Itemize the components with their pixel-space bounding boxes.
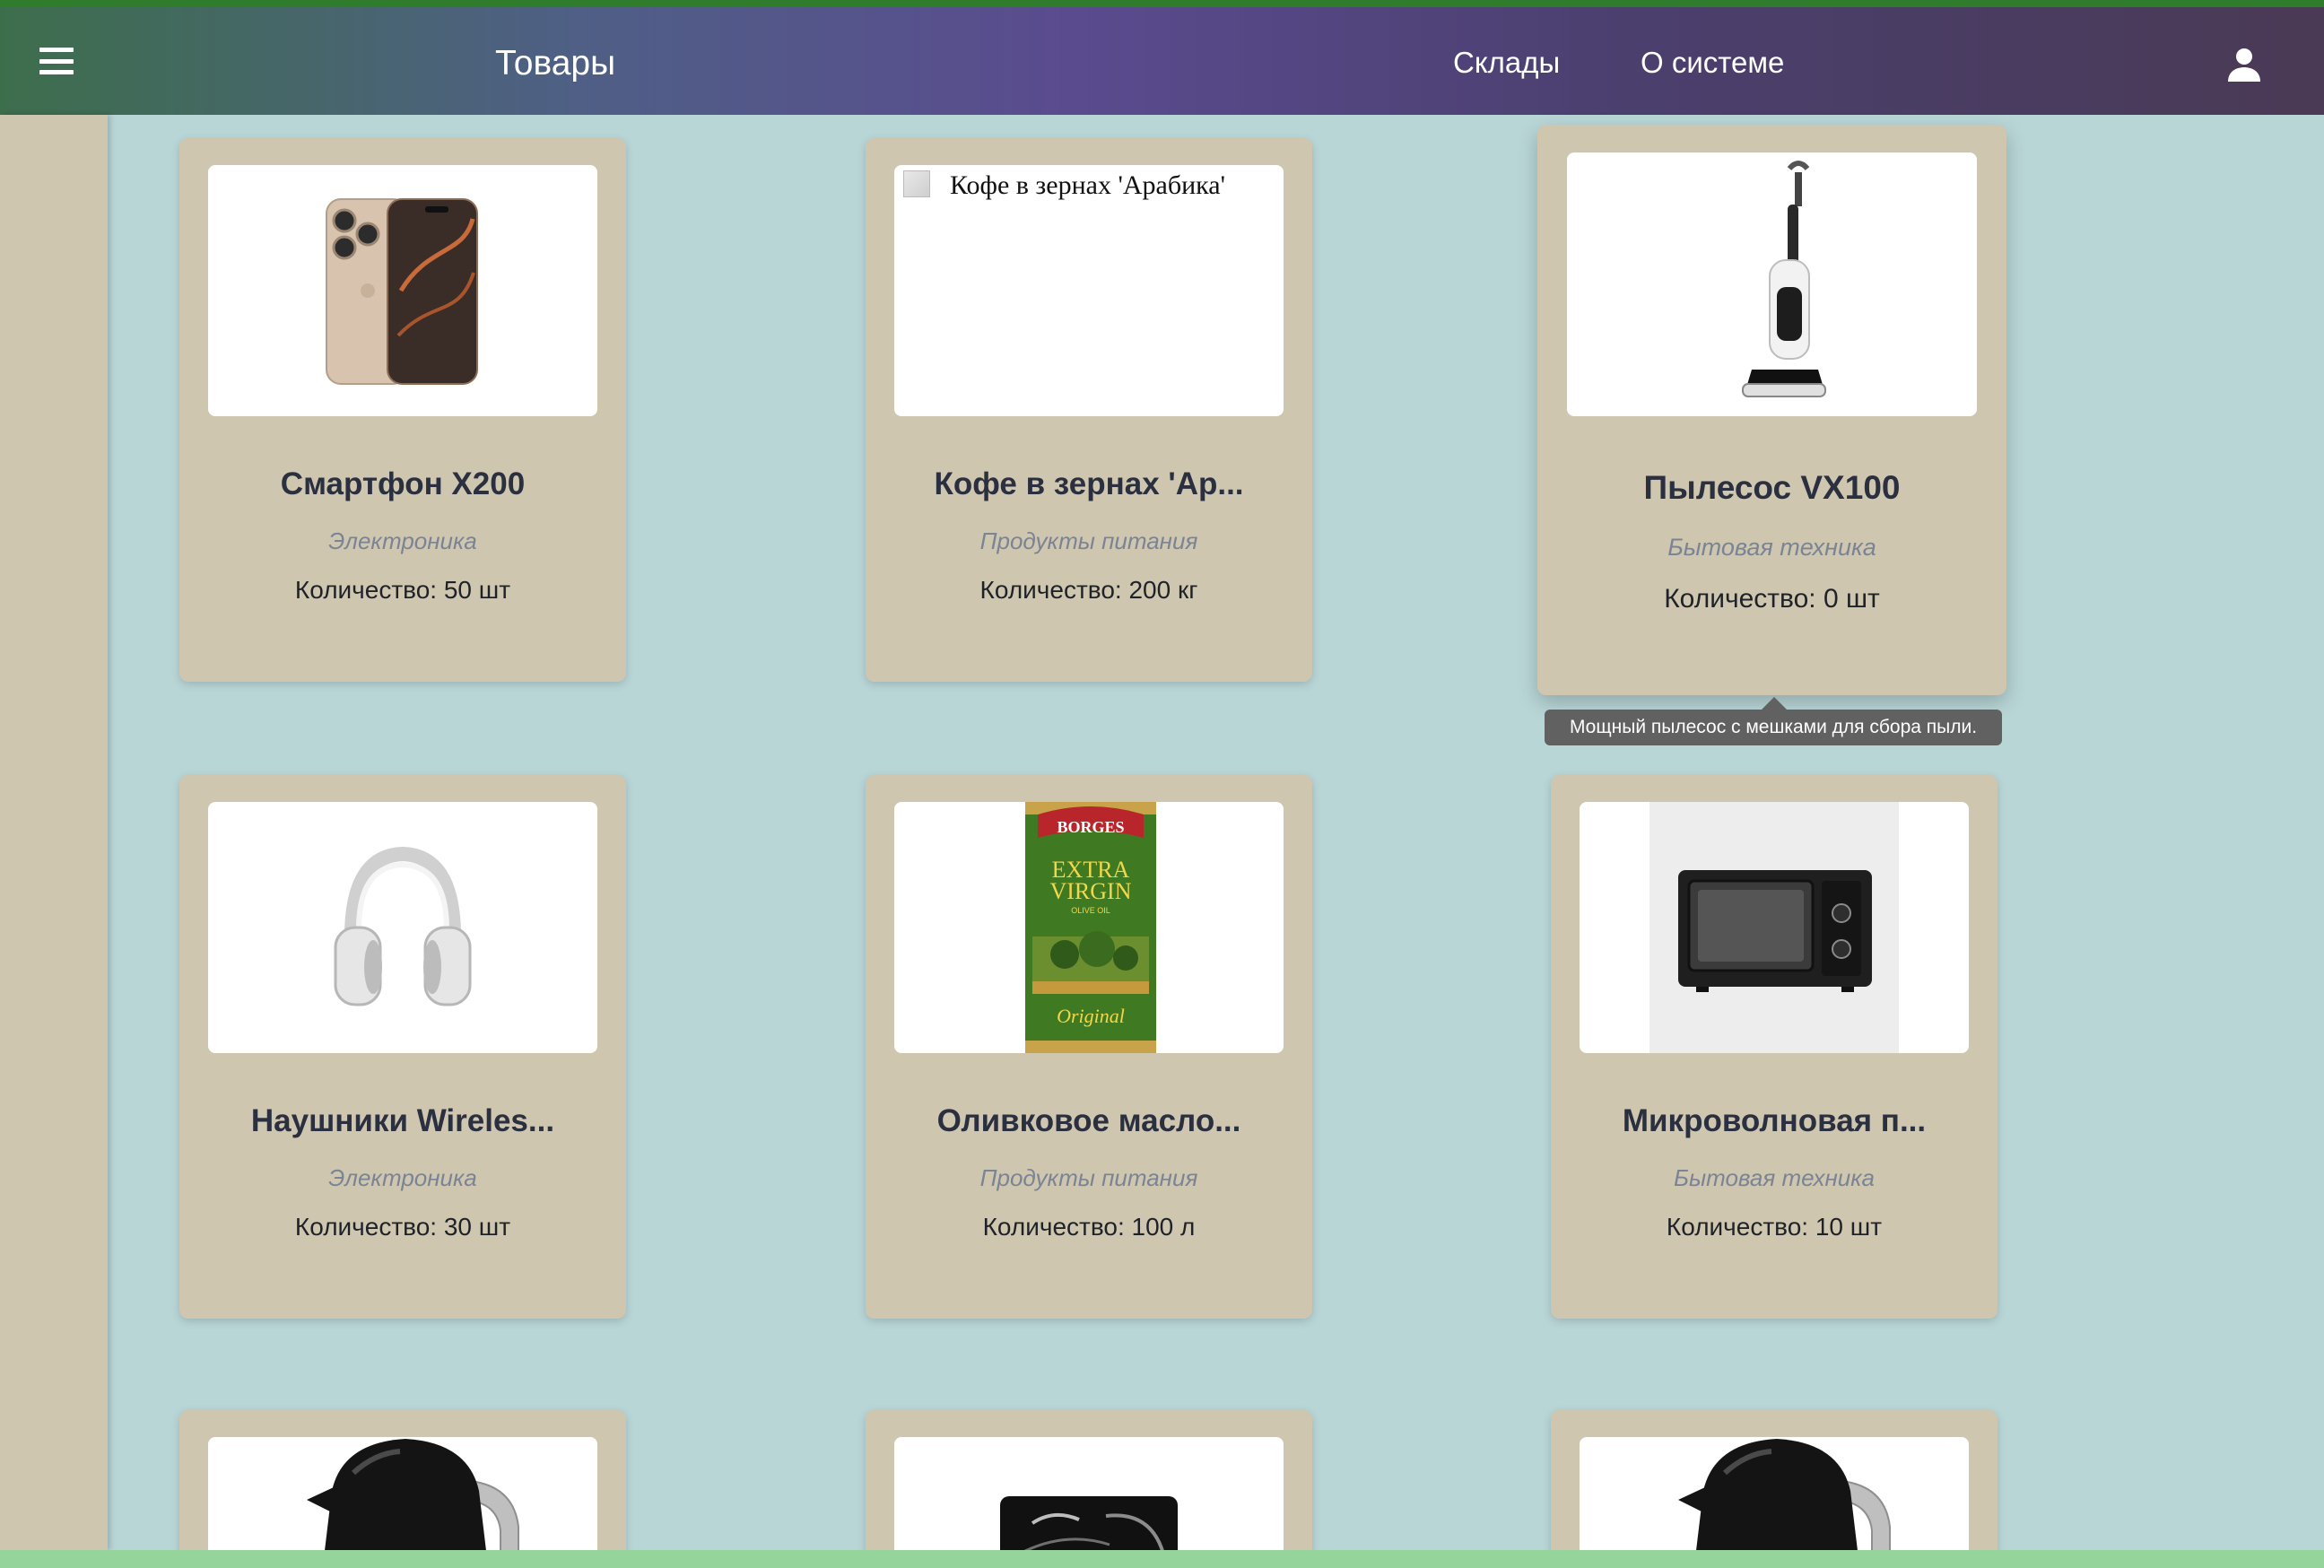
oil-brand-text: BORGES	[1057, 818, 1124, 836]
product-name: Смартфон X200	[280, 466, 526, 501]
product-image: BORGES EXTRA VIRGIN OLIVE OIL Original	[894, 802, 1284, 1053]
product-quantity: Количество: 100 л	[982, 1213, 1196, 1241]
product-image: Кофе в зернах 'Арабика'	[894, 165, 1284, 416]
product-category: Бытовая техника	[1674, 1164, 1875, 1191]
smartphone-image	[326, 198, 478, 385]
page-title: Товары	[495, 44, 616, 83]
product-image	[208, 802, 597, 1053]
product-image	[1567, 152, 1977, 416]
headphones-image	[334, 846, 472, 1006]
oil-label-text: VIRGIN	[1050, 878, 1132, 904]
product-image	[1580, 802, 1969, 1053]
product-name: Оливковое масло...	[936, 1103, 1241, 1138]
broken-image-icon	[903, 170, 930, 197]
product-card[interactable]	[179, 1410, 626, 1568]
vacuum-image	[1742, 161, 1826, 397]
product-card[interactable]: Микроволновая п... Бытовая техника Колич…	[1551, 775, 1998, 1319]
product-description-tooltip: Мощный пылесос с мешками для сбора пыли.	[1545, 710, 2002, 745]
kettle-image	[307, 1439, 519, 1568]
product-image	[208, 1437, 597, 1568]
product-name: Микроволновая п...	[1622, 1103, 1927, 1138]
product-category: Электроника	[328, 527, 477, 554]
product-image	[1580, 1437, 1969, 1568]
product-image	[208, 165, 597, 416]
product-quantity: Количество: 200 кг	[979, 576, 1198, 604]
product-card[interactable]: Наушники Wireles... Электроника Количест…	[179, 775, 626, 1319]
app-bar: Товары Склады О системе	[0, 7, 2324, 115]
product-image	[894, 1437, 1284, 1568]
product-category: Продукты питания	[979, 1164, 1198, 1191]
product-name: Пылесос VX100	[1643, 469, 1901, 506]
kettle-image	[1678, 1439, 1891, 1568]
product-name: Кофе в зернах 'Ар...	[934, 466, 1244, 501]
product-card[interactable]: Смартфон X200 Электроника Количество: 50…	[179, 138, 626, 682]
oil-label-text: OLIVE OIL	[1071, 906, 1110, 915]
product-card[interactable]	[866, 1410, 1312, 1568]
product-card[interactable]	[1551, 1410, 1998, 1568]
top-accent-line	[0, 0, 2324, 7]
product-quantity: Количество: 0 шт	[1664, 584, 1880, 614]
sidebar	[0, 115, 108, 1550]
product-card[interactable]: BORGES EXTRA VIRGIN OLIVE OIL Original О…	[866, 775, 1312, 1319]
product-card[interactable]: Кофе в зернах 'Арабика' Кофе в зернах 'А…	[866, 138, 1312, 682]
product-category: Бытовая техника	[1667, 534, 1876, 561]
olive-oil-image: BORGES EXTRA VIRGIN OLIVE OIL Original	[1025, 802, 1156, 1053]
product-category: Электроника	[328, 1164, 477, 1191]
tooltip-arrow	[1762, 697, 1787, 710]
account-icon[interactable]	[2226, 47, 2262, 83]
nav-link-about[interactable]: О системе	[1641, 45, 1784, 81]
menu-icon[interactable]	[36, 43, 77, 79]
microwave-image	[1649, 802, 1899, 1053]
dark-appliance-image	[1000, 1496, 1178, 1568]
product-quantity: Количество: 10 шт	[1666, 1213, 1883, 1241]
product-card-hovered[interactable]: Пылесос VX100 Бытовая техника Количество…	[1537, 125, 2006, 695]
oil-label-text: Original	[1057, 1005, 1125, 1027]
product-category: Продукты питания	[979, 527, 1198, 554]
broken-image-alt: Кофе в зернах 'Арабика'	[894, 165, 1284, 201]
product-quantity: Количество: 30 шт	[294, 1213, 511, 1241]
product-quantity: Количество: 50 шт	[294, 576, 511, 604]
product-name: Наушники Wireles...	[250, 1103, 555, 1138]
bottom-strip	[0, 1550, 2324, 1568]
nav-link-warehouses[interactable]: Склады	[1453, 45, 1560, 81]
